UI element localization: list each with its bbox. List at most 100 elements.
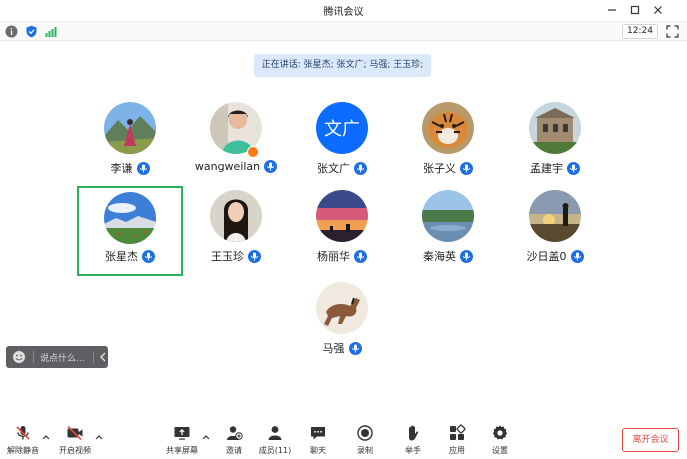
participant-tile[interactable]: 沙日盖0 <box>505 176 605 264</box>
settings-label: 设置 <box>492 446 508 455</box>
members-button[interactable]: 成员(11) <box>257 424 293 458</box>
add-user-icon <box>227 426 243 440</box>
chevron-up-icon[interactable] <box>42 434 50 440</box>
chat-button[interactable]: 聊天 <box>307 424 329 458</box>
participant-avatar-tiger <box>422 102 474 154</box>
emoji-icon[interactable] <box>12 350 26 364</box>
participant-name: wangweilan <box>194 160 261 173</box>
participant-avatar-mountain <box>104 102 156 154</box>
fullscreen-icon[interactable] <box>666 25 679 38</box>
gear-icon <box>492 425 508 440</box>
participant-name: 张星杰 <box>105 250 138 263</box>
meeting-toolbar: 解除静音 开启视频 共享屏幕 邀请 成员(11) 聊天 录制 举手 应用 设置 … <box>0 418 687 459</box>
participant-avatar-sky <box>104 192 156 244</box>
record-button[interactable]: 录制 <box>354 424 376 458</box>
invite-label: 邀请 <box>226 446 242 455</box>
participant-tile[interactable]: 李谦 <box>80 88 180 176</box>
minimize-icon <box>608 9 616 11</box>
mic-on-icon <box>460 249 473 263</box>
unmute-button[interactable]: 解除静音 <box>6 424 40 458</box>
chevron-left-icon[interactable] <box>98 351 108 363</box>
participant-name: 秦海英 <box>423 250 456 263</box>
participant-tile-selected[interactable]: 张星杰 <box>77 186 183 276</box>
speaking-banner: 正在讲话: 张星杰; 张文广; 马强; 王玉珍; <box>254 54 431 77</box>
maximize-icon <box>630 5 640 15</box>
participant-name: 张子义 <box>423 162 456 175</box>
camera-off-icon <box>67 425 83 441</box>
leave-meeting-button[interactable]: 离开会议 <box>622 428 679 452</box>
participant-name: 张文广 <box>317 162 350 175</box>
unmute-label: 解除静音 <box>7 446 39 455</box>
security-shield-icon[interactable] <box>25 25 38 38</box>
members-label: 成员(11) <box>258 446 292 455</box>
invite-button[interactable]: 邀请 <box>222 424 246 458</box>
participant-tile[interactable]: 马强 <box>292 268 392 356</box>
record-icon <box>357 425 373 441</box>
window-title: 腾讯会议 <box>323 7 364 18</box>
divider <box>93 351 94 363</box>
meeting-clock: 12:24 <box>622 24 658 39</box>
mic-on-icon <box>136 161 150 175</box>
participant-avatar-sunset <box>316 190 368 242</box>
apps-label: 应用 <box>449 446 465 455</box>
mic-on-icon <box>264 160 278 173</box>
mic-on-icon <box>348 341 362 355</box>
share-screen-button[interactable]: 共享屏幕 <box>165 424 199 458</box>
mic-on-icon <box>354 249 367 263</box>
minimize-button[interactable] <box>604 2 620 18</box>
chevron-up-icon[interactable] <box>202 434 210 440</box>
participant-tile[interactable]: 文广 张文广 <box>292 88 392 176</box>
chat-bubble-icon <box>311 427 325 440</box>
info-icon[interactable] <box>5 25 18 38</box>
participant-avatar-lake <box>422 190 474 242</box>
members-icon <box>268 426 282 440</box>
apps-grid-icon <box>450 424 466 440</box>
participant-name: 杨丽华 <box>317 250 350 263</box>
title-bar: 腾讯会议 <box>0 0 687 20</box>
record-label: 录制 <box>357 446 373 455</box>
mic-on-icon <box>570 249 584 263</box>
participant-avatar-woman-long-hair <box>210 190 262 242</box>
status-bar: 12:24 <box>0 21 687 41</box>
participant-avatar-photographer <box>529 190 581 242</box>
settings-button[interactable]: 设置 <box>489 424 511 458</box>
close-window-button[interactable] <box>650 2 666 18</box>
start-video-button[interactable]: 开启视频 <box>58 424 92 458</box>
chat-input-bar[interactable]: 说点什么... <box>6 346 108 368</box>
participant-tile[interactable]: 杨丽华 <box>292 176 392 264</box>
chat-label: 聊天 <box>310 446 326 455</box>
maximize-button[interactable] <box>627 2 643 18</box>
raise-hand-button[interactable]: 举手 <box>402 424 424 458</box>
mic-on-icon <box>354 161 367 175</box>
participant-tile[interactable]: 王玉珍 <box>186 176 286 264</box>
mic-muted-icon <box>16 426 30 440</box>
network-signal-icon[interactable] <box>44 25 57 38</box>
host-badge-icon <box>247 146 259 158</box>
participant-avatar-building <box>529 102 581 154</box>
participant-tile[interactable]: 张子义 <box>398 88 498 176</box>
mic-on-icon <box>460 161 473 175</box>
mic-on-icon <box>567 161 580 175</box>
start-video-label: 开启视频 <box>59 446 91 455</box>
participant-avatar-horse <box>316 282 368 334</box>
participant-name: 王玉珍 <box>211 250 244 263</box>
share-screen-label: 共享屏幕 <box>166 446 198 455</box>
participant-name: 马强 <box>322 342 345 355</box>
participant-tile[interactable]: 秦海英 <box>398 176 498 264</box>
divider <box>33 351 34 363</box>
participant-tile[interactable]: 孟建宇 <box>505 88 605 176</box>
raise-hand-label: 举手 <box>405 446 421 455</box>
mic-on-icon <box>248 249 261 263</box>
participant-name: 李谦 <box>110 162 133 175</box>
raise-hand-icon <box>409 425 419 441</box>
close-icon <box>654 6 662 14</box>
participant-name: 孟建宇 <box>530 162 563 175</box>
share-screen-icon <box>174 427 190 440</box>
participant-avatar-text: 文广 <box>316 102 368 154</box>
chat-placeholder[interactable]: 说点什么... <box>40 351 85 364</box>
chevron-up-icon[interactable] <box>95 434 103 440</box>
participant-tile[interactable]: wangweilan <box>186 88 286 176</box>
mic-on-icon <box>142 249 155 263</box>
participant-name: 沙日盖0 <box>526 250 567 263</box>
apps-button[interactable]: 应用 <box>446 424 468 458</box>
